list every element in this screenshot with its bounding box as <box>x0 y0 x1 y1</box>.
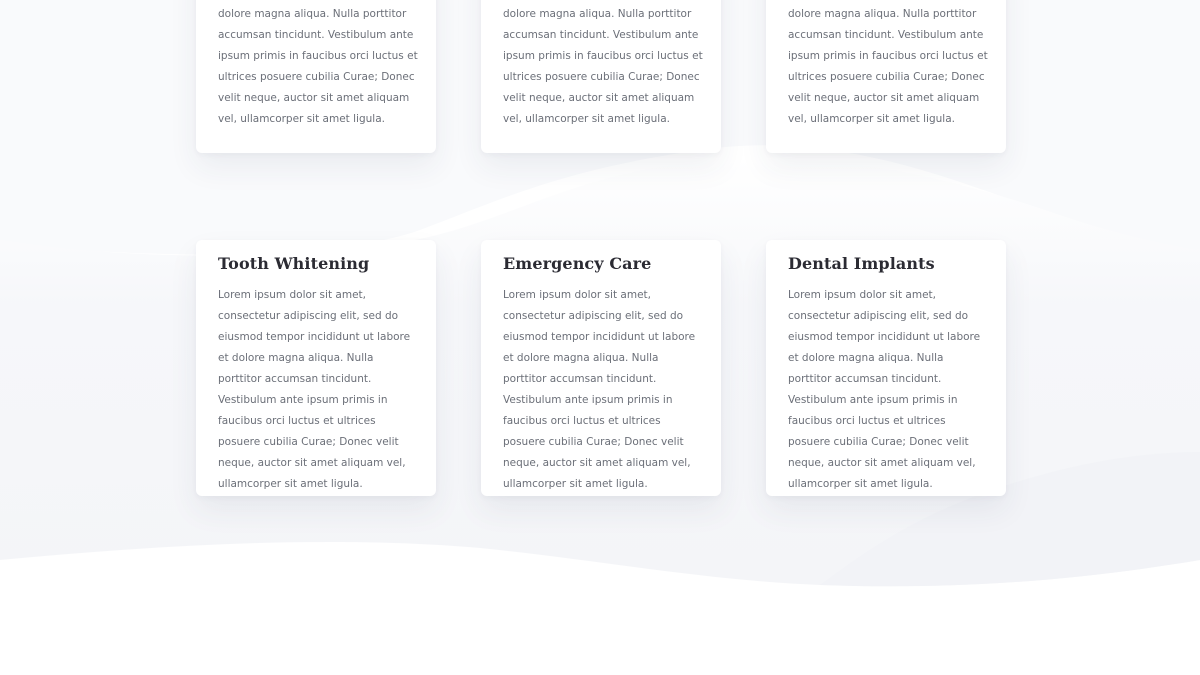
service-card-top-3: dolore magna aliqua. Nulla porttitor acc… <box>766 0 1006 153</box>
service-card-title: Emergency Care <box>503 254 652 273</box>
service-card-title: Dental Implants <box>788 254 935 273</box>
service-card-dental-implants: Dental Implants Lorem ipsum dolor sit am… <box>766 240 1006 496</box>
service-card-tooth-whitening: Tooth Whitening Lorem ipsum dolor sit am… <box>196 240 436 496</box>
service-card-top-2: dolore magna aliqua. Nulla porttitor acc… <box>481 0 721 153</box>
services-grid: dolore magna aliqua. Nulla porttitor acc… <box>0 0 1200 675</box>
service-card-top-1: dolore magna aliqua. Nulla porttitor acc… <box>196 0 436 153</box>
service-card-text: dolore magna aliqua. Nulla porttitor acc… <box>218 8 418 125</box>
service-card-text: Lorem ipsum dolor sit amet, consectetur … <box>218 289 411 490</box>
service-card-text: dolore magna aliqua. Nulla porttitor acc… <box>788 8 988 125</box>
service-card-title: Tooth Whitening <box>218 254 370 273</box>
service-card-text: Lorem ipsum dolor sit amet, consectetur … <box>503 289 696 490</box>
service-card-text: Lorem ipsum dolor sit amet, consectetur … <box>788 289 981 490</box>
service-card-emergency-care: Emergency Care Lorem ipsum dolor sit ame… <box>481 240 721 496</box>
service-card-text: dolore magna aliqua. Nulla porttitor acc… <box>503 8 703 125</box>
